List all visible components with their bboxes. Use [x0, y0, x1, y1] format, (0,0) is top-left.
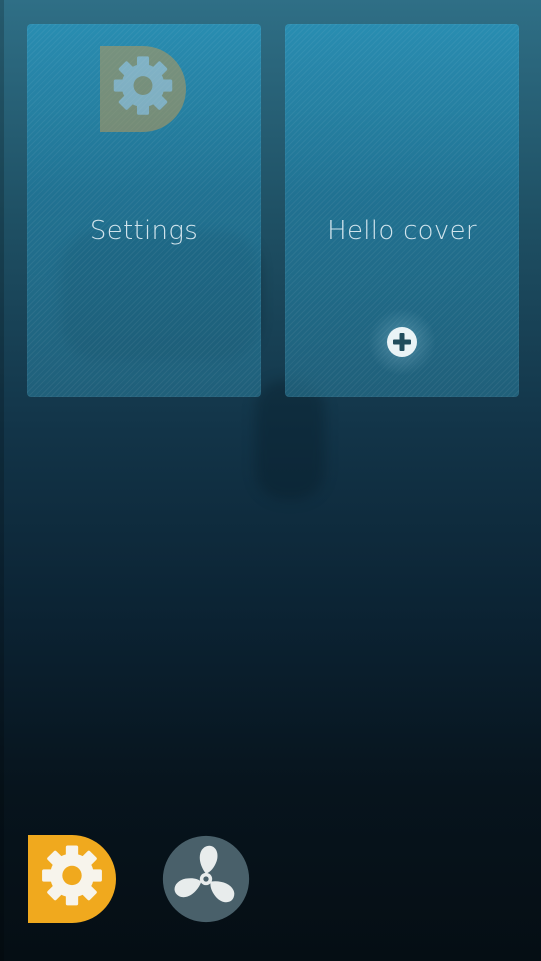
cover-action-add[interactable] [368, 308, 436, 376]
background-shape [255, 380, 325, 500]
settings-app-cover[interactable]: Settings [27, 24, 261, 397]
fan-icon[interactable] [162, 835, 250, 923]
settings-cover-title: Settings [89, 216, 199, 246]
settings-gear-icon[interactable] [28, 835, 116, 923]
plus-icon [387, 327, 417, 357]
screen-edge-shadow [0, 0, 4, 961]
gear-icon [100, 46, 186, 132]
hello-cover-title: Hello cover [327, 216, 477, 246]
hello-cover[interactable]: Hello cover [285, 24, 519, 397]
home-screen: Settings Hello cover [0, 0, 541, 961]
